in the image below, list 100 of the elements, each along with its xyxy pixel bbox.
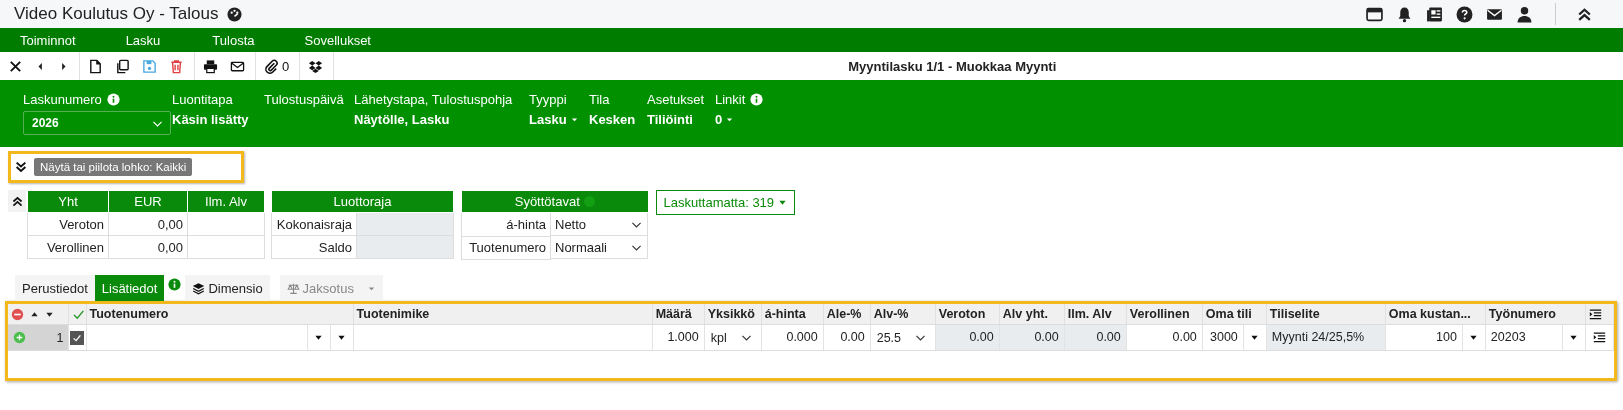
row-label: Saldo [271,235,357,259]
combo-field[interactable]: 3000 [1202,325,1266,350]
table-title: Luottoraja [271,190,454,213]
select-field[interactable]: 25.5 [870,325,935,350]
print-icon[interactable] [203,58,218,74]
field-label: Laskunumero [23,91,102,107]
scale-icon [286,281,300,295]
column-menu-icon[interactable] [1588,307,1602,321]
table-cell: 0.00 [1064,325,1126,350]
table-title: Syöttötavat [514,194,580,209]
combo-field[interactable]: 100 [1385,325,1485,350]
field-dropdown[interactable]: Lasku [529,112,589,127]
newspaper-icon[interactable] [1426,5,1443,23]
field-value: Tiliöinti [647,112,694,127]
row-label: Kokonaisraja [271,212,357,236]
column-header: EUR [108,190,188,213]
tab[interactable]: Lisätiedot [94,275,165,301]
attachments-button[interactable]: 0 [264,58,290,74]
layers-icon [192,281,206,295]
document-title: Myyntilasku 1/1 - Muokkaa Myynti [848,58,1057,74]
table-cell: Myynti 24/25,5% [1266,325,1385,350]
field-label: Linkit [715,91,746,107]
collapse-icon [10,194,24,208]
tab[interactable]: Perustiedot [15,275,95,301]
field-label: Asetukset [647,91,705,107]
column-header: Oma kustan... [1385,304,1486,325]
input-field[interactable]: 0.00 [823,325,870,350]
table-cell: 0.00 [999,325,1064,350]
column-header: Työnumero [1485,304,1586,325]
input-field[interactable]: 1.000 [652,325,704,350]
caret-icon[interactable] [1569,333,1579,342]
menu-item[interactable]: Tulosta [212,32,255,48]
new-document-icon[interactable] [88,58,103,74]
column-header: Verollinen [1126,304,1203,325]
column-header: Alv-% [870,304,936,325]
app-title: Video Koulutus Oy - Talous [14,4,219,24]
window-icon[interactable] [1366,5,1383,23]
column-header: Ilm. Alv [1064,304,1127,325]
column-header: Tuotenimike [353,304,653,325]
field-label: Tulostuspäivä [264,91,344,107]
field-label: Luontitapa [172,91,233,107]
menu-item[interactable]: Sovellukset [304,32,371,48]
close-icon[interactable] [8,58,23,74]
info-icon[interactable] [750,92,764,106]
column-header: Tuotenumero [86,304,354,325]
row-number: 1 [56,330,64,345]
checkbox[interactable] [70,330,84,345]
field-dropdown[interactable]: 0 [715,112,775,127]
remove-row-icon[interactable] [11,307,24,321]
field-value: Näytölle, Lasku [354,112,451,127]
field-label: Tyyppi [529,91,567,107]
input-field[interactable]: 0.000 [761,325,823,350]
menu-item[interactable]: Lasku [125,32,161,48]
table-cell: 0.00 [935,325,999,350]
combo-field[interactable]: 20203 [1485,325,1585,350]
sort-up-icon[interactable] [30,309,39,319]
dropbox-icon[interactable] [308,58,324,74]
column-header: Yksikkö [704,304,762,325]
field-label: Tila [589,91,610,107]
caret-icon[interactable] [1469,333,1479,342]
collapse-icon[interactable] [1576,5,1593,23]
field-value: Kesken [589,112,637,127]
caret-icon [778,198,788,207]
tooltip: Näytä tai piilota lohko: Kaikki [34,158,193,176]
column-header: Alv yht. [999,304,1065,325]
collapse-button[interactable] [8,190,26,212]
column-header: Tiliselite [1266,304,1386,325]
select-field[interactable]: kpl [704,325,761,350]
menu-item[interactable]: Toiminnot [20,32,76,48]
column-header: Veroton [935,304,1000,325]
field-value: Käsin lisätty [172,112,250,127]
row-menu-icon[interactable] [1592,331,1606,344]
column-header: á-hinta [761,304,824,325]
user-icon[interactable] [1516,5,1533,23]
unbilled-button[interactable]: Laskuttamatta: 319 [655,190,796,215]
column-header: Ale-% [823,304,871,325]
year-select[interactable]: 2026 [23,111,171,135]
table-cell: 0,00 [108,212,188,236]
select-field[interactable]: Normaali [551,236,648,259]
delete-icon[interactable] [169,58,184,74]
info-icon[interactable] [168,277,182,291]
row-label: Tuotenumero [461,236,551,259]
save-icon[interactable] [142,58,157,74]
select-field[interactable]: Netto [551,213,648,236]
copy-icon[interactable] [115,58,130,74]
gauge-icon[interactable] [227,6,243,22]
column-header: Yht [27,190,109,213]
caret-icon[interactable] [337,333,347,342]
info-icon[interactable] [106,92,120,106]
tab[interactable]: Dimensio [185,275,270,301]
help-icon[interactable] [1456,5,1473,23]
table-cell: 0,00 [108,235,188,259]
row-label: á-hinta [461,212,551,236]
field-label: Lähetystapa, Tulostuspohja [354,91,513,107]
expand-icon[interactable] [14,160,28,174]
input-field[interactable]: 0.00 [1126,325,1202,350]
column-header: Oma tili [1202,304,1267,325]
caret-icon[interactable] [314,333,324,342]
caret-icon[interactable] [1250,333,1260,342]
bell-icon[interactable] [1396,5,1413,23]
